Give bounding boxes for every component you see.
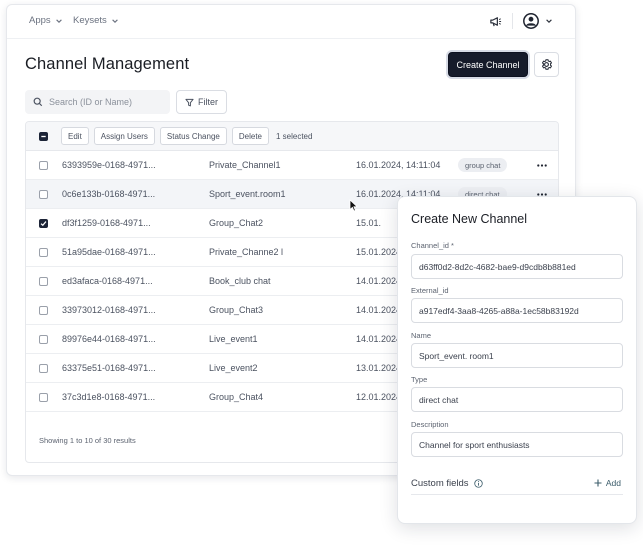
- filter-icon: [185, 98, 194, 106]
- table-row[interactable]: 6393959e-0168-4971... Private_Channel1 16.…: [26, 151, 558, 180]
- cell-channel-id: 63375e51-0168-4971...: [62, 363, 156, 373]
- plus-icon: [594, 479, 602, 487]
- filter-button[interactable]: Filter: [176, 90, 227, 114]
- edit-button[interactable]: Edit: [61, 127, 89, 145]
- bulk-action-bar: Edit Assign Users Status Change Delete 1…: [26, 122, 558, 151]
- channel-id-field[interactable]: d63ff0d2-8d2c-4682-bae9-d9cdb8b881ed: [411, 254, 623, 279]
- add-custom-field-button[interactable]: Add: [594, 478, 621, 488]
- cell-date: 15.01.: [356, 218, 382, 228]
- page-title: Channel Management: [25, 55, 190, 73]
- cell-channel-name: Private_Channel1: [209, 160, 281, 170]
- search-box[interactable]: [25, 90, 170, 114]
- external-id-field[interactable]: a917edf4-3aa8-4265-a88a-1ec58b83192d: [411, 298, 623, 323]
- status-change-button[interactable]: Status Change: [159, 127, 227, 145]
- create-channel-button[interactable]: Create Channel: [448, 52, 528, 77]
- add-label: Add: [605, 478, 621, 488]
- nav-divider: [512, 13, 513, 29]
- search-icon: [33, 97, 43, 107]
- user-circle-icon: [523, 13, 539, 29]
- mouse-cursor-icon: [349, 199, 358, 212]
- cell-channel-id: df3f1259-0168-4971...: [62, 218, 151, 228]
- description-label: Description: [411, 420, 449, 429]
- chevron-down-icon: [546, 19, 552, 23]
- external-id-label: External_id: [411, 286, 449, 295]
- cell-date: 14.01.2024: [356, 305, 402, 315]
- type-badge: group chat: [458, 158, 508, 172]
- apps-menu-label: Apps: [29, 15, 51, 26]
- description-field[interactable]: Channel for sport enthusiasts: [411, 432, 623, 457]
- row-checkbox[interactable]: [39, 160, 48, 170]
- create-channel-panel: Create New Channel Channel_id * d63ff0d2…: [397, 196, 637, 524]
- cell-channel-name: Sport_event.room1: [209, 189, 286, 199]
- cell-channel-name: Group_Chat4: [209, 392, 264, 402]
- filter-label: Filter: [198, 97, 218, 107]
- cell-channel-name: Group_Chat3: [209, 305, 264, 315]
- selected-count: 1 selected: [275, 131, 313, 141]
- cell-channel-name: Book_club chat: [209, 276, 271, 286]
- info-icon[interactable]: [473, 479, 483, 488]
- pagination-summary: Showing 1 to 10 of 30 results: [39, 436, 136, 445]
- cell-date: 16.01.2024, 14:11:04: [356, 160, 441, 170]
- nav-right-group: [489, 13, 553, 29]
- settings-button[interactable]: [534, 52, 559, 77]
- cell-channel-name: Live_event1: [209, 334, 258, 344]
- keysets-menu[interactable]: Keysets: [73, 15, 119, 26]
- channel-id-label: Channel_id *: [411, 241, 454, 250]
- type-field[interactable]: direct chat: [411, 387, 623, 412]
- cell-channel-id: ed3afaca-0168-4971...: [62, 276, 153, 286]
- row-checkbox[interactable]: [39, 218, 48, 228]
- row-checkbox[interactable]: [39, 276, 48, 286]
- cell-channel-id: 89976e44-0168-4971...: [62, 334, 156, 344]
- select-all-checkbox[interactable]: [39, 131, 48, 141]
- cell-channel-name: Private_Channe2 l: [209, 247, 284, 257]
- row-checkbox[interactable]: [39, 305, 48, 315]
- chevron-down-icon: [112, 18, 118, 23]
- delete-button[interactable]: Delete: [231, 127, 269, 145]
- cell-channel-id: 33973012-0168-4971...: [62, 305, 156, 315]
- cell-date: 12.01.2024: [356, 392, 402, 402]
- assign-users-button[interactable]: Assign Users: [93, 127, 155, 145]
- search-input[interactable]: [49, 97, 159, 107]
- cell-channel-id: 51a95dae-0168-4971...: [62, 247, 156, 257]
- custom-fields-label: Custom fields: [411, 478, 469, 489]
- row-checkbox[interactable]: [39, 392, 48, 402]
- more-options-icon[interactable]: [534, 158, 550, 172]
- megaphone-icon[interactable]: [489, 15, 502, 28]
- row-checkbox[interactable]: [39, 334, 48, 344]
- cell-channel-name: Live_event2: [209, 363, 258, 373]
- user-menu[interactable]: [523, 13, 553, 29]
- cell-date: 13.01.2024: [356, 363, 402, 373]
- cell-date: 14.01.2024: [356, 276, 402, 286]
- gear-icon: [542, 59, 552, 70]
- name-field[interactable]: Sport_event. room1: [411, 343, 623, 368]
- keysets-menu-label: Keysets: [73, 15, 107, 26]
- panel-title: Create New Channel: [411, 212, 528, 226]
- type-label: Type: [411, 375, 428, 384]
- apps-menu[interactable]: Apps: [29, 15, 63, 26]
- cell-date: 15.01.2024: [356, 247, 402, 257]
- custom-fields-row: Custom fields Add: [411, 473, 623, 495]
- cell-channel-id: 37c3d1e8-0168-4971...: [62, 392, 156, 402]
- row-checkbox[interactable]: [39, 363, 48, 373]
- top-navigation: Apps Keysets: [7, 5, 575, 39]
- row-checkbox[interactable]: [39, 247, 48, 257]
- cell-channel-id: 6393959e-0168-4971...: [62, 160, 156, 170]
- row-checkbox[interactable]: [39, 189, 48, 199]
- cell-channel-id: 0c6e133b-0168-4971...: [62, 189, 156, 199]
- chevron-down-icon: [55, 18, 62, 23]
- cell-channel-name: Group_Chat2: [209, 218, 264, 228]
- cell-date: 14.01.2024: [356, 334, 402, 344]
- name-label: Name: [411, 331, 432, 340]
